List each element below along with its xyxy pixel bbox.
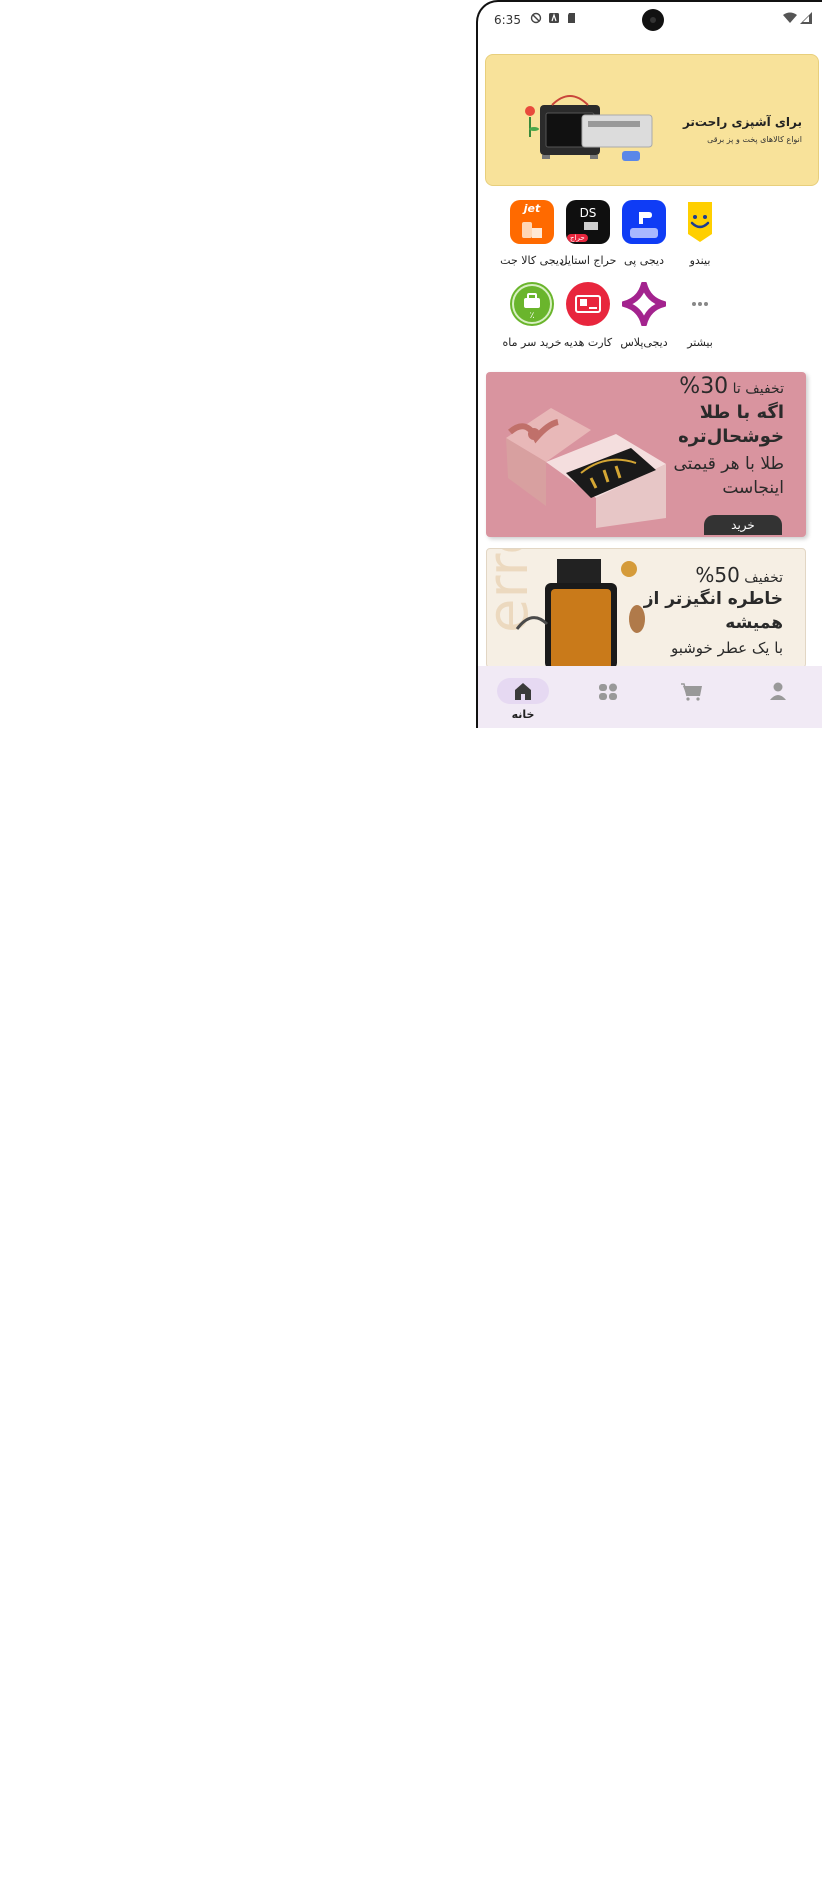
- gold-headline-2: خوشحال‌تره: [678, 426, 784, 447]
- svg-text:erre: erre: [487, 549, 541, 633]
- banner-title: برای آشپزی راحت‌تر: [682, 115, 802, 129]
- wifi-icon: [783, 12, 797, 23]
- nav-home-indicator: [497, 678, 549, 704]
- shortcut-label: خرید سر ماه: [502, 336, 562, 349]
- nav-cart-indicator: [667, 678, 719, 704]
- perfume-discount-value: 50%: [695, 563, 740, 587]
- categories-icon: [599, 683, 617, 700]
- perfume-headline-2: همیشه: [725, 613, 783, 633]
- nav-categories[interactable]: [578, 678, 638, 722]
- nav-cart[interactable]: [663, 678, 723, 722]
- perfume-subline: با یک عطر خوشبو: [670, 639, 783, 657]
- status-time: 6:35: [494, 13, 521, 27]
- status-notification-icons: [530, 12, 578, 24]
- kitchen-appliances-banner[interactable]: برای آشپزی راحت‌تر انواع کالاهای پخت و پ…: [485, 54, 819, 186]
- profile-icon: [770, 682, 786, 700]
- nav-home-label: خانه: [511, 708, 535, 721]
- gold-discount-label: تخفیف تا: [732, 381, 784, 397]
- monthly-purchase-icon: ٪: [510, 282, 554, 326]
- perfume-headline-1: خاطره انگیزتر از: [643, 589, 783, 609]
- oven-appliances-image: [525, 95, 653, 161]
- gold-subline-2: اینجاست: [722, 478, 784, 498]
- gold-headline-1: اگه با طلا: [699, 402, 784, 423]
- ds-style-icon: DS حراج: [566, 200, 610, 244]
- cart-icon: [681, 683, 702, 701]
- perfume-discount-label: تخفیف: [744, 570, 783, 586]
- bindo-icon: [678, 200, 722, 244]
- shortcut-jet[interactable]: jet دیجی کالا جت: [496, 200, 568, 267]
- nav-profile-indicator: [752, 678, 804, 704]
- percent-badge: ٪: [529, 311, 535, 321]
- home-icon: [515, 683, 531, 700]
- gold-promo-banner[interactable]: تخفیف تا 30% اگه با طلا خوشحال‌تره طلا ب…: [486, 372, 806, 537]
- status-system-icons: [783, 12, 812, 24]
- gift-box-jewelry-image: [506, 408, 666, 528]
- perfume-discount: تخفیف 50%: [695, 563, 783, 587]
- shortcut-label: دیجی کالا جت: [500, 254, 564, 267]
- perfume-bottle-image: erre: [487, 549, 645, 667]
- digiplus-icon: [622, 282, 666, 326]
- front-camera: [642, 9, 664, 31]
- gold-discount-value: 30%: [679, 374, 729, 399]
- signal-icon: [800, 12, 812, 24]
- sd-card-icon: [568, 13, 575, 23]
- banner-subtitle: انواع کالاهای پخت و پز برقی: [707, 135, 802, 144]
- shield-icon: [530, 12, 542, 24]
- status-bar: 6:35: [478, 2, 822, 38]
- phone-screen: 6:35 برای آشپزی راحت‌تر انواع کالاه: [476, 0, 822, 728]
- gold-discount: تخفیف تا 30%: [679, 374, 784, 399]
- perfume-promo-banner[interactable]: erre تخفیف 50% خاطره انگیزتر از همیشه با…: [486, 548, 806, 668]
- nav-profile[interactable]: [748, 678, 808, 722]
- gold-subline-1: طلا با هر قیمتی: [673, 454, 784, 474]
- more-icon: [678, 282, 722, 326]
- shortcut-monthly-purchase[interactable]: ٪ خرید سر ماه: [496, 282, 568, 349]
- nav-home[interactable]: خانه: [493, 678, 553, 722]
- jet-icon: jet: [510, 200, 554, 244]
- sale-badge: حراج: [567, 234, 588, 242]
- digipay-icon: [622, 200, 666, 244]
- gold-buy-button[interactable]: خرید: [704, 515, 782, 535]
- font-icon: [549, 13, 559, 23]
- gift-card-icon: [566, 282, 610, 326]
- nav-categories-indicator: [582, 678, 634, 704]
- bottom-navigation: خانه: [478, 666, 822, 728]
